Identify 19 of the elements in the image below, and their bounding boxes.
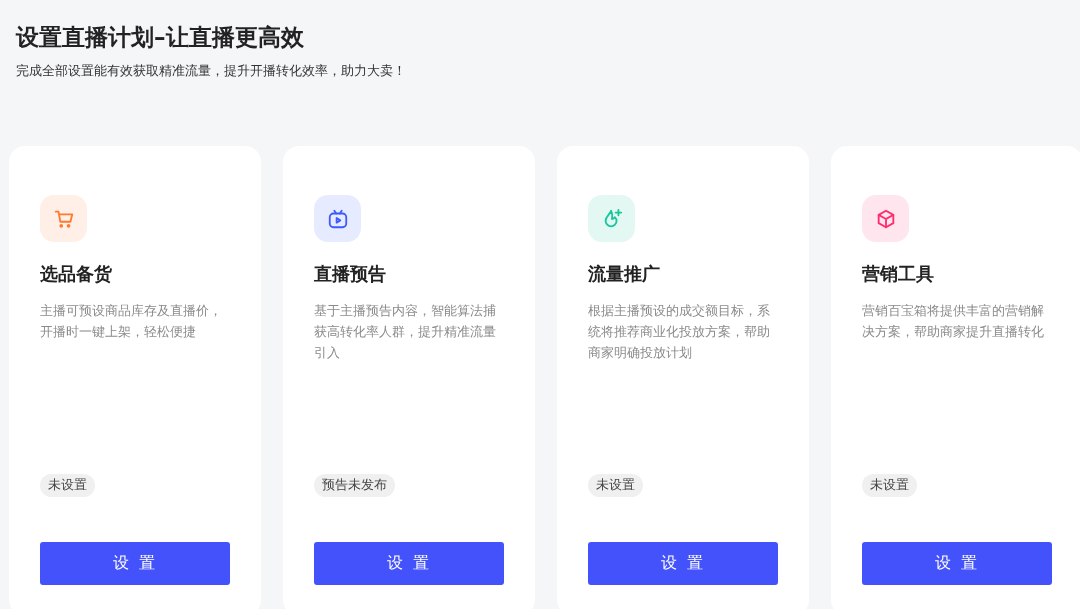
page-title: 设置直播计划–让直播更高效 [16,23,305,52]
card-title: 流量推广 [588,262,661,286]
settings-button[interactable]: 设 置 [588,542,778,585]
video-icon [326,207,349,230]
card-description: 主播可预设商品库存及直播价，开播时一键上架，轻松便捷 [40,302,223,341]
card-title: 直播预告 [314,262,387,286]
status-tag: 未设置 [862,474,917,497]
card-description: 营销百宝箱将提供丰富的营销解决方案，帮助商家提升直播转化 [862,302,1045,341]
settings-button[interactable]: 设 置 [314,542,504,585]
card-title: 营销工具 [862,262,935,286]
page-subtitle: 完成全部设置能有效获取精准流量，提升开播转化效率，助力大卖！ [16,63,407,80]
status-tag: 未设置 [40,474,95,497]
status-tag: 未设置 [588,474,643,497]
status-tag: 预告未发布 [314,474,395,497]
card-description: 基于主播预告内容，智能算法捕获高转化率人群，提升精准流量引入 [314,302,497,362]
settings-button[interactable]: 设 置 [862,542,1052,585]
card-description: 根据主播预设的成交额目标，系统将推荐商业化投放方案，帮助商家明确投放计划 [588,302,771,362]
settings-button[interactable]: 设 置 [40,542,230,585]
card-title: 选品备货 [40,262,113,286]
